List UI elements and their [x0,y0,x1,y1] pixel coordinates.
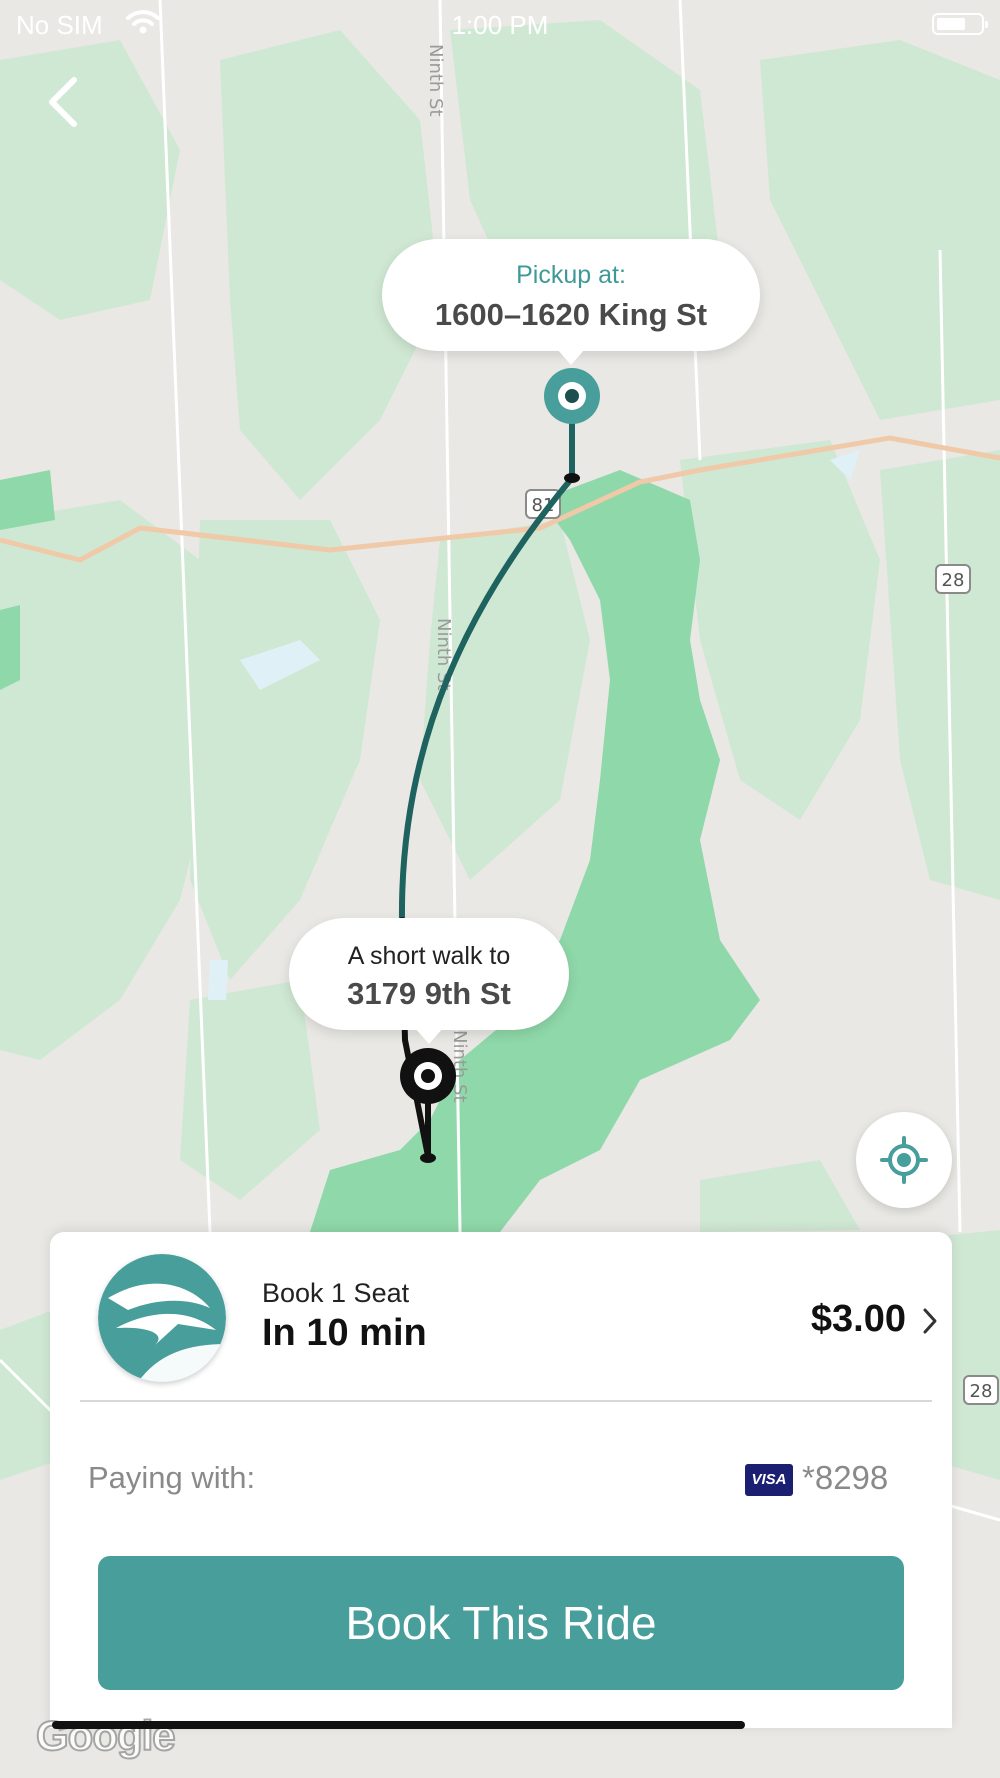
svg-text:28: 28 [942,570,965,591]
locate-button[interactable] [856,1112,952,1208]
back-button[interactable] [36,66,96,136]
service-logo [98,1254,226,1382]
battery-icon [932,13,988,35]
home-indicator [52,1721,745,1729]
seat-label: Book 1 Seat [262,1278,410,1308]
divider [80,1400,932,1402]
payment-label: Paying with: [88,1460,256,1495]
walk-callout[interactable]: A short walk to 3179 9th St [289,918,569,1044]
street-label: Ninth St [433,618,454,691]
eta-label: In 10 min [262,1312,427,1354]
walk-address: 3179 9th St [347,976,511,1011]
pickup-callout[interactable]: Pickup at: 1600–1620 King St [382,239,760,365]
chevron-right-icon [923,1308,937,1334]
pickup-address: 1600–1620 King St [434,297,708,332]
card-number[interactable]: *8298 [802,1459,888,1497]
status-time: 1:00 PM [451,10,549,40]
svg-text:28: 28 [970,1381,993,1402]
route-shield: 28 [963,1375,999,1405]
back-icon [49,77,77,127]
price-label: $3.00 [810,1298,906,1340]
route-shield: 28 [935,564,971,594]
status-bar: No SIM 1:00 PM [0,0,1000,50]
google-logo: Google [35,1711,177,1760]
booking-card: Book 1 Seat In 10 min $3.00 Paying with:… [50,1232,952,1728]
ride-option[interactable]: Book 1 Seat In 10 min $3.00 [50,1232,952,1402]
street-label: Ninth St [425,44,446,117]
walk-label: A short walk to [347,942,511,970]
locate-icon [880,1136,928,1184]
visa-icon: VISA [745,1464,793,1496]
pickup-label: Pickup at: [516,261,626,289]
book-ride-button[interactable]: Book This Ride [98,1556,904,1690]
